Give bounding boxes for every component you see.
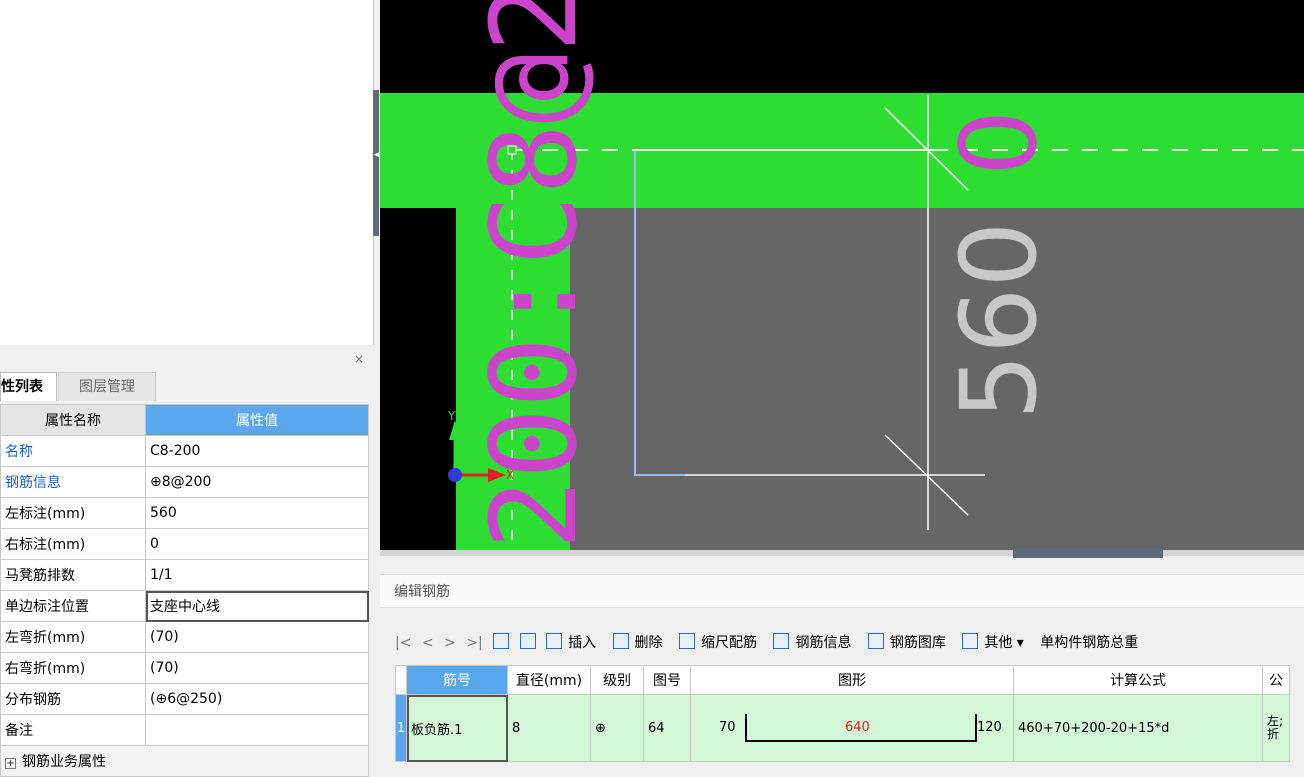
dimension-text-560: 560 xyxy=(938,221,1060,420)
tab-layer-management[interactable]: 图层管理 xyxy=(58,372,156,401)
move-down-icon[interactable] xyxy=(519,633,536,649)
axis-x-label: X xyxy=(506,468,514,482)
shape-left-length: 70 xyxy=(719,720,736,735)
rebar-table: 筋号 直径(mm) 级别 图号 图形 计算公式 公 1 板负筋.1 8 ⊕ 64… xyxy=(395,665,1290,762)
document-icon xyxy=(773,633,790,649)
cad-canvas[interactable]: 200:C8@2 560 0 Y X xyxy=(380,0,1304,550)
property-value[interactable]: 1/1 xyxy=(145,559,369,591)
origin-marker xyxy=(448,468,462,482)
property-value[interactable]: 0 xyxy=(145,528,369,560)
col-diameter[interactable]: 直径(mm) xyxy=(507,665,591,695)
col-shape[interactable]: 图形 xyxy=(690,665,1014,695)
col-bar-number[interactable]: 筋号 xyxy=(406,665,508,695)
nav-first-button[interactable]: |< xyxy=(395,635,411,651)
canvas-scrollbar[interactable] xyxy=(380,550,1304,556)
delete-label: 删除 xyxy=(634,635,663,651)
delete-button[interactable]: 删除 xyxy=(612,633,669,651)
cell-shape[interactable]: 70 640 120 xyxy=(690,694,1014,762)
scale-rebar-button[interactable]: 缩尺配筋 xyxy=(679,633,763,651)
property-name: 右弯折(mm) xyxy=(0,652,146,684)
expand-plus-icon[interactable]: + xyxy=(5,758,16,769)
rebar-info-button[interactable]: 钢筋信息 xyxy=(773,633,857,651)
canvas-splitter-tab[interactable] xyxy=(1013,548,1163,558)
cell-formula[interactable]: 460+70+200-20+15*d xyxy=(1013,694,1263,762)
group-row-rebar-business[interactable]: + 钢筋业务属性 xyxy=(0,745,369,777)
col-description[interactable]: 公 xyxy=(1262,665,1290,695)
delete-icon xyxy=(612,633,629,649)
rebar-library-button[interactable]: 钢筋图库 xyxy=(867,633,952,651)
move-up-icon[interactable] xyxy=(493,633,510,649)
property-value[interactable] xyxy=(145,714,369,746)
property-name: 马凳筋排数 xyxy=(0,559,146,591)
cell-description[interactable]: 左;折 xyxy=(1262,694,1290,762)
cell-diameter[interactable]: 8 xyxy=(507,694,591,762)
slab-gray-region xyxy=(570,208,1304,550)
nav-last-button[interactable]: >| xyxy=(466,635,482,651)
splitter-handle[interactable] xyxy=(373,90,379,236)
rebar-editor-title: 编辑钢筋 xyxy=(380,574,1304,608)
col-shape-number[interactable]: 图号 xyxy=(643,665,691,695)
rebar-info-label: 钢筋信息 xyxy=(795,635,852,651)
property-name: 右标注(mm) xyxy=(0,528,146,560)
property-value[interactable]: (70) xyxy=(145,652,369,684)
property-value[interactable]: (⊕6@250) xyxy=(145,683,369,715)
cad-drawing: 200:C8@2 560 0 Y X xyxy=(380,0,1304,550)
col-formula[interactable]: 计算公式 xyxy=(1013,665,1263,695)
rebar-toolbar: |< < > >| 插入 删除 缩尺配筋 钢筋信息 钢筋图库 其他 ▾ 单构件钢… xyxy=(395,627,1144,659)
rebar-library-label: 钢筋图库 xyxy=(889,635,946,651)
property-name: 名称 xyxy=(0,435,146,467)
cell-bar-number[interactable]: 板负筋.1 xyxy=(406,694,508,762)
nav-next-button[interactable]: > xyxy=(444,635,456,651)
navigation-blank-pane xyxy=(0,0,374,345)
shape-mid-length: 640 xyxy=(845,720,870,735)
insert-label: 插入 xyxy=(568,635,597,651)
property-value-selected[interactable]: 支座中心线 xyxy=(145,590,369,622)
insert-button[interactable]: 插入 xyxy=(546,633,602,651)
other-label: 其他 ▾ xyxy=(984,635,1024,651)
property-name: 钢筋信息 xyxy=(0,466,146,498)
property-value[interactable]: 560 xyxy=(145,497,369,529)
close-icon[interactable]: × xyxy=(354,352,364,366)
property-name: 备注 xyxy=(0,714,146,746)
property-name: 左弯折(mm) xyxy=(0,621,146,653)
header-property-value: 属性值 xyxy=(145,404,369,436)
library-icon xyxy=(867,633,884,649)
dimension-text-0: 0 xyxy=(938,110,1060,176)
group-label: 钢筋业务属性 xyxy=(22,754,106,770)
shape-right-length: 120 xyxy=(977,720,1002,735)
nav-prev-button[interactable]: < xyxy=(422,635,434,651)
row-header-corner xyxy=(395,665,407,695)
total-weight-button[interactable]: 单构件钢筋总重 xyxy=(1040,635,1138,651)
cell-grade[interactable]: ⊕ xyxy=(590,694,644,762)
property-value[interactable]: ⊕8@200 xyxy=(145,466,369,498)
tab-properties[interactable]: 性列表 xyxy=(0,372,57,401)
ruler-icon xyxy=(679,633,695,649)
table-row[interactable]: 1 板负筋.1 8 ⊕ 64 70 640 120 460+70+200-20+… xyxy=(395,694,1290,762)
rebar-label-text: 200:C8@2 xyxy=(465,0,603,550)
properties-table: 属性名称 属性值 名称 C8-200 钢筋信息 ⊕8@200 左标注(mm) 560 … xyxy=(0,404,369,777)
axis-y-label: Y xyxy=(447,409,456,423)
scale-rebar-label: 缩尺配筋 xyxy=(701,635,757,651)
property-value[interactable]: C8-200 xyxy=(145,435,369,467)
other-icon xyxy=(962,633,979,649)
cell-shape-number[interactable]: 64 xyxy=(643,694,691,762)
property-name: 分布钢筋 xyxy=(0,683,146,715)
property-name: 左标注(mm) xyxy=(0,497,146,529)
insert-icon xyxy=(546,633,563,649)
header-property-name: 属性名称 xyxy=(0,404,146,436)
other-menu-button[interactable]: 其他 ▾ xyxy=(962,633,1029,651)
row-index[interactable]: 1 xyxy=(395,694,407,762)
property-value[interactable]: (70) xyxy=(145,621,369,653)
col-grade[interactable]: 级别 xyxy=(590,665,644,695)
property-name: 单边标注位置 xyxy=(0,590,146,622)
